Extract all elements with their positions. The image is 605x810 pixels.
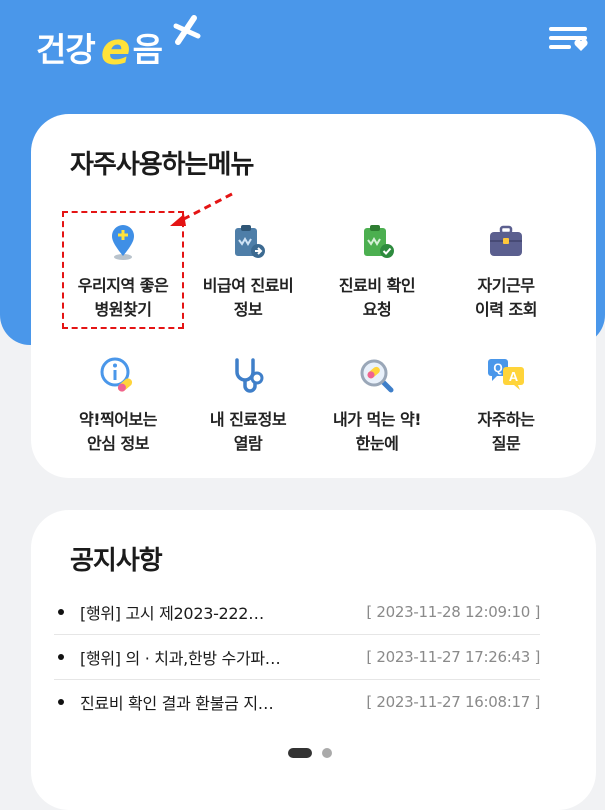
logo-e: e [100, 24, 131, 75]
notice-list: [행위] 고시 제2023-222… [ 2023-11-28 12:09:10… [54, 590, 540, 724]
notice-item[interactable]: 진료비 확인 결과 환불금 지… [ 2023-11-27 16:08:17 ] [54, 680, 540, 724]
clipboard-check-icon [364, 225, 394, 258]
menu-pill-scan-info[interactable]: 약!찍어보는 안심 정보 [48, 356, 188, 476]
quick-menu-title: 자주사용하는메뉴 [70, 150, 254, 180]
logo-text-2: 음 [132, 30, 163, 69]
app-logo[interactable]: 건강 e 음 [36, 15, 201, 75]
info-pill-icon [100, 357, 133, 392]
magnifier-pill-icon [360, 359, 394, 393]
menu-heart-icon [549, 27, 588, 51]
menu-faq[interactable]: Q A 자주하는 질문 [436, 356, 576, 476]
menu-my-medical-info[interactable]: 내 진료정보 열람 [178, 356, 318, 476]
menu-label: 내가 먹는 약! 한눈에 [332, 410, 422, 453]
logo-swirl-icon [173, 15, 201, 45]
pager-dot[interactable] [322, 748, 332, 758]
menu-label: 자주하는 질문 [477, 410, 535, 453]
pager-dot-active[interactable] [288, 748, 312, 758]
notice-item-title: [행위] 고시 제2023-222… [80, 604, 264, 623]
stethoscope-icon [235, 358, 264, 393]
menu-label: 진료비 확인 요청 [338, 276, 416, 319]
notice-item-date: [ 2023-11-27 16:08:17 ] [366, 693, 540, 711]
notice-item-date: [ 2023-11-28 12:09:10 ] [366, 603, 540, 621]
menu-work-history[interactable]: 자기근무 이력 조회 [436, 222, 576, 342]
notice-item-date: [ 2023-11-27 17:26:43 ] [366, 648, 540, 666]
notice-item[interactable]: [행위] 의 · 치과,한방 수가파… [ 2023-11-27 17:26:4… [54, 635, 540, 680]
notice-title: 공지사항 [70, 546, 163, 576]
qa-bubble-icon: Q A [488, 359, 524, 390]
menu-fee-check-request[interactable]: 진료비 확인 요청 [307, 222, 447, 342]
notice-item-title: [행위] 의 · 치과,한방 수가파… [80, 649, 281, 668]
bullet-icon [58, 609, 64, 615]
svg-text:A: A [509, 369, 519, 384]
menu-label: 자기근무 이력 조회 [475, 276, 537, 319]
menu-my-medications[interactable]: 내가 먹는 약! 한눈에 [307, 356, 447, 476]
notice-pager [288, 748, 332, 758]
bullet-icon [58, 699, 64, 705]
svg-text:Q: Q [493, 361, 502, 375]
menu-label: 약!찍어보는 안심 정보 [79, 410, 157, 453]
notice-item-title: 진료비 확인 결과 환불금 지… [80, 694, 274, 713]
pointer-arrow-icon [170, 192, 233, 226]
menu-label: 내 진료정보 열람 [209, 410, 287, 453]
logo-text-1: 건강 [36, 30, 96, 69]
notice-item[interactable]: [행위] 고시 제2023-222… [ 2023-11-28 12:09:10… [54, 590, 540, 635]
bullet-icon [58, 654, 64, 660]
hamburger-menu-button[interactable] [547, 24, 591, 52]
app-header: 건강 e 음 [0, 0, 605, 90]
menu-label: 비급여 진료비 정보 [202, 276, 294, 319]
briefcase-icon [490, 225, 522, 256]
menu-noncovered-fees[interactable]: 비급여 진료비 정보 [178, 222, 318, 342]
